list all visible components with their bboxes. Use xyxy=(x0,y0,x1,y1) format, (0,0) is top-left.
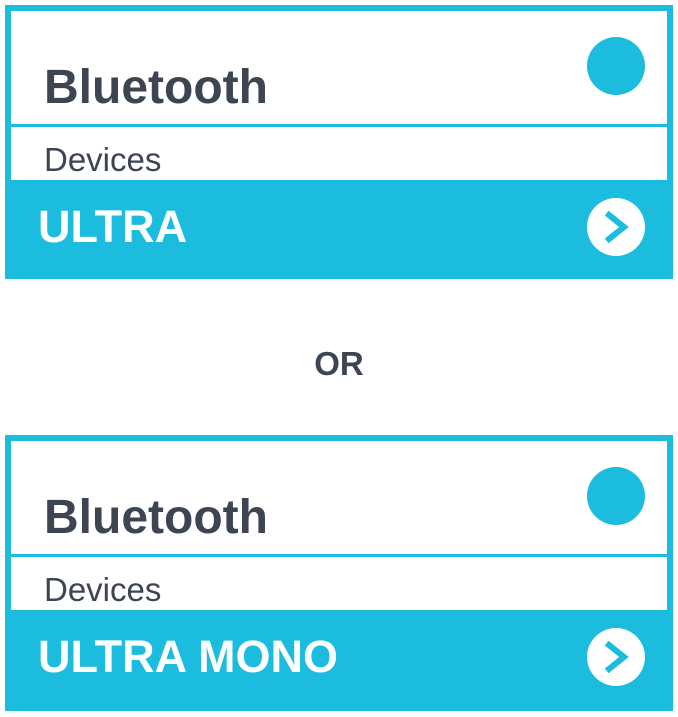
chevron-right-icon[interactable] xyxy=(587,198,645,256)
devices-section: Devices xyxy=(11,127,667,186)
status-dot-icon xyxy=(587,37,645,95)
device-item-ultra-mono[interactable]: ULTRA MONO xyxy=(11,610,667,705)
card-header: Bluetooth xyxy=(11,11,667,127)
separator-or: OR xyxy=(314,345,364,382)
card-title: Bluetooth xyxy=(44,491,268,544)
devices-label: Devices xyxy=(44,571,162,608)
devices-section: Devices xyxy=(11,557,667,616)
devices-label: Devices xyxy=(44,141,162,178)
status-dot-icon xyxy=(587,467,645,525)
device-name: ULTRA MONO xyxy=(38,631,338,682)
device-item-ultra[interactable]: ULTRA xyxy=(11,180,667,273)
card-title: Bluetooth xyxy=(44,61,268,114)
card-header: Bluetooth xyxy=(11,441,667,557)
chevron-right-icon[interactable] xyxy=(587,628,645,686)
bluetooth-card-ultra-mono: Bluetooth Devices ULTRA MONO xyxy=(5,435,673,711)
device-name: ULTRA xyxy=(38,201,188,252)
bluetooth-card-ultra: Bluetooth Devices ULTRA xyxy=(5,5,673,279)
